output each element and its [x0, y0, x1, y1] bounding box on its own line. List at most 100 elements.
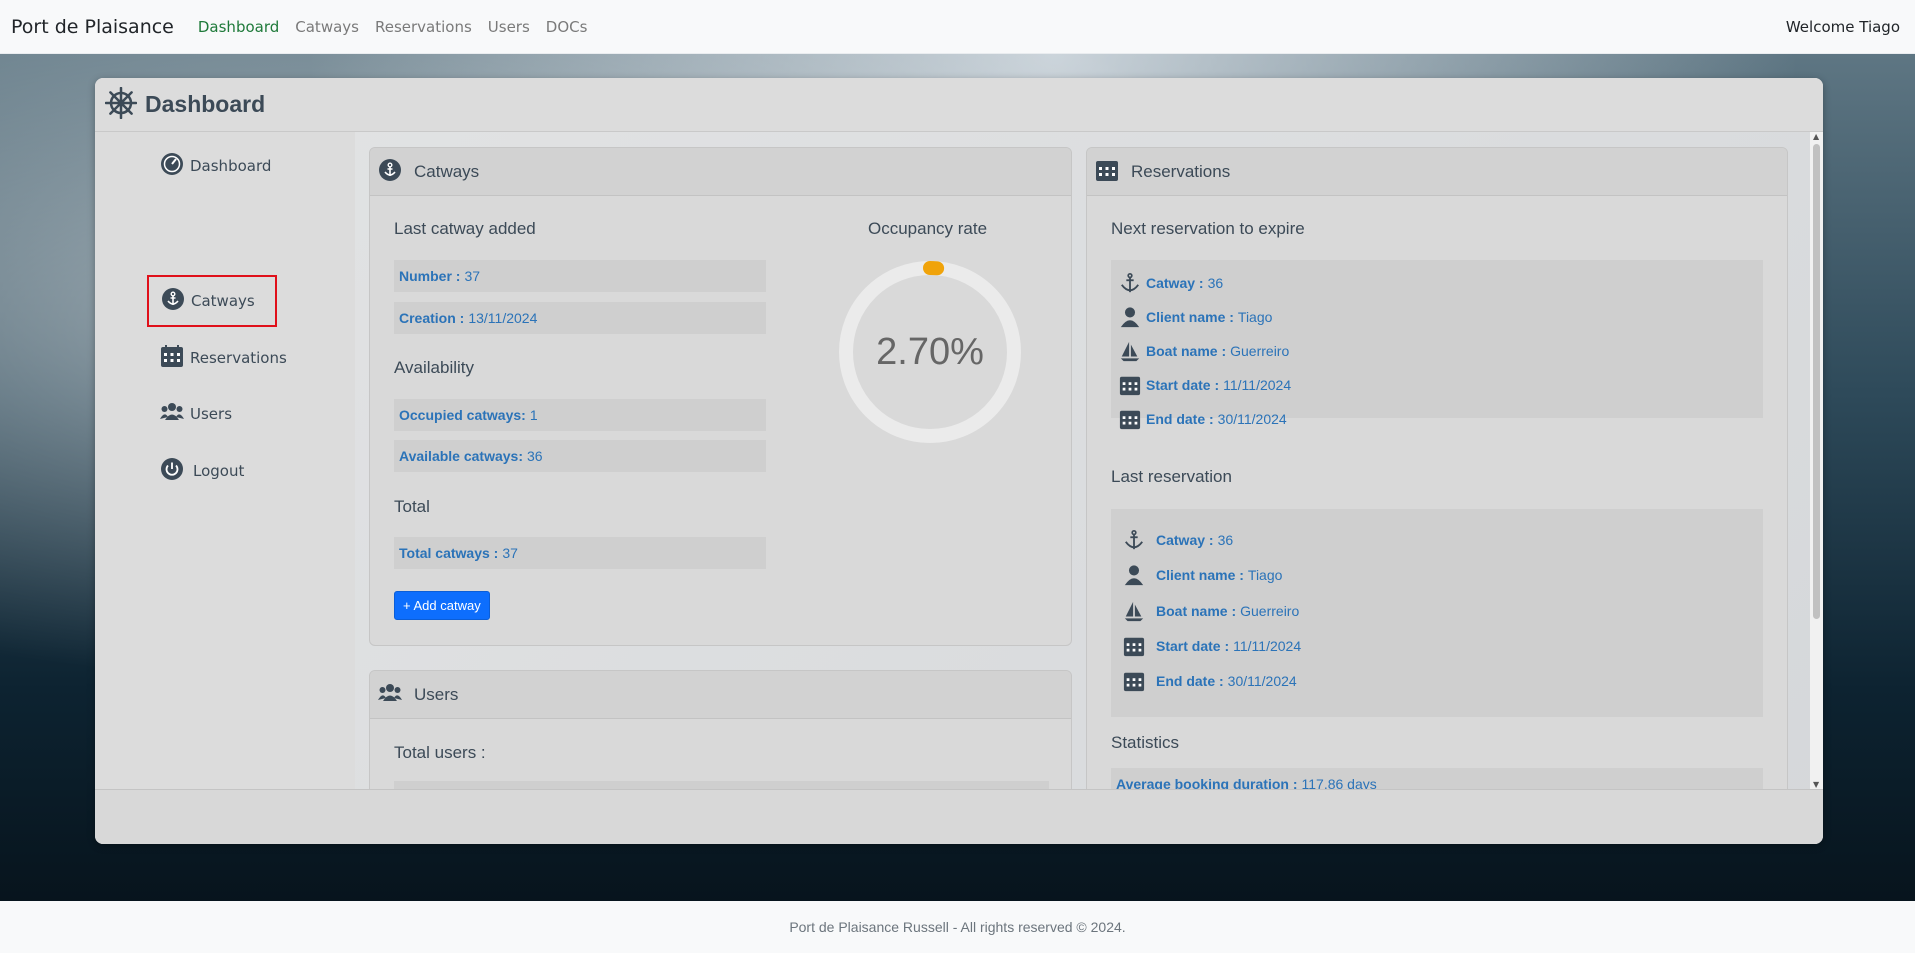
sidebar-item-label: Logout — [193, 462, 245, 480]
row-value: Guerreiro — [1240, 603, 1300, 619]
calendar-icon — [1121, 668, 1147, 694]
nav-link-catways[interactable]: Catways — [295, 18, 359, 36]
total-heading: Total — [394, 497, 430, 516]
row-value: 30/11/2024 — [1217, 411, 1287, 427]
sidebar-item-label: Users — [190, 405, 233, 423]
top-navbar: Port de Plaisance Dashboard Catways Rese… — [0, 0, 1915, 54]
card-title: Catways — [414, 161, 480, 181]
row-label: Client name : — [1146, 309, 1234, 325]
row-value: 11/11/2024 — [1223, 377, 1292, 393]
occupancy-heading: Occupancy rate — [868, 219, 988, 238]
add-catway-button[interactable]: + Add catway — [394, 591, 490, 620]
occupancy-gauge: 2.70% — [838, 260, 1022, 444]
row-label: Client name : — [1156, 567, 1244, 583]
scrollbar-thumb[interactable] — [1813, 144, 1820, 619]
power-icon — [160, 457, 184, 485]
sidebar-item-catways[interactable]: Catways — [147, 275, 277, 327]
field-value: 117.86 days — [1301, 776, 1377, 789]
scroll-up-arrow-icon[interactable]: ▲ — [1813, 132, 1819, 141]
field-label: Number : — [399, 268, 461, 284]
field-label: Creation : — [399, 310, 465, 326]
sidebar-item-users[interactable]: Users — [160, 400, 232, 428]
scroll-down-arrow-icon[interactable]: ▼ — [1813, 780, 1819, 789]
window-footer — [95, 789, 1823, 844]
last-reservation-heading: Last reservation — [1111, 467, 1232, 486]
occupied-catways-field: Occupied catways: 1 — [394, 399, 766, 431]
total-users-label: Total users : — [394, 743, 486, 762]
statistics-heading: Statistics — [1111, 733, 1180, 752]
next-reservation-block: Catway :36 Client name : Tiago Boat name … — [1111, 260, 1763, 418]
anchor-icon — [1121, 527, 1147, 553]
nav-link-dashboard[interactable]: Dashboard — [198, 18, 279, 36]
last-client-row: Client name : Tiago — [1121, 562, 1282, 588]
nav-link-docs[interactable]: DOCs — [546, 18, 588, 36]
field-value: 1 — [529, 407, 538, 423]
brand-name[interactable]: Port de Plaisance — [11, 16, 174, 38]
card-title: Users — [414, 684, 459, 704]
content-scrollbar[interactable]: ▲ ▼ — [1810, 132, 1823, 789]
row-label: End date : — [1146, 411, 1214, 427]
sidebar-item-label: Dashboard — [190, 157, 272, 175]
calendar-icon — [1095, 158, 1119, 186]
next-end-row-visible: End date :30/11/2024 — [1117, 406, 1287, 432]
sidebar-item-logout[interactable]: Logout — [160, 457, 244, 485]
row-label: Start date : — [1156, 638, 1230, 654]
user-icon — [1117, 304, 1143, 330]
occupancy-value: 2.70% — [876, 330, 984, 373]
calendar-icon — [1117, 406, 1143, 432]
card-title: Reservations — [1131, 161, 1231, 181]
catway-number-field: Number :37 — [394, 260, 766, 292]
sidebar-item-reservations[interactable]: Reservations — [160, 344, 287, 372]
sidebar-item-label: Catways — [191, 292, 255, 310]
field-value: 13/11/2024 — [468, 310, 538, 326]
next-start-row: Start date :11/11/2024 — [1117, 372, 1291, 398]
available-catways-field: Available catways: 36 — [394, 440, 766, 472]
sailboat-icon — [1121, 598, 1147, 624]
field-value: 37 — [502, 545, 518, 561]
total-users-field — [394, 781, 1049, 789]
sidebar-item-dashboard[interactable]: Dashboard — [160, 152, 271, 180]
field-value: 36 — [527, 448, 543, 464]
calendar-icon — [1121, 633, 1147, 659]
row-label: Catway : — [1156, 532, 1214, 548]
nav-link-reservations[interactable]: Reservations — [375, 18, 472, 36]
next-catway-row: Catway :36 — [1117, 270, 1223, 296]
dashboard-window: Dashboard Dashboard Catways Reservations — [95, 78, 1823, 844]
calendar-icon — [1117, 372, 1143, 398]
row-value: Tiago — [1237, 309, 1273, 325]
field-label: Average booking duration : — [1116, 776, 1298, 789]
user-icon — [1121, 562, 1147, 588]
calendar-icon — [160, 344, 184, 372]
catway-creation-field: Creation :13/11/2024 — [394, 302, 766, 334]
users-icon — [160, 400, 184, 428]
next-client-row: Client name : Tiago — [1117, 304, 1272, 330]
nav-link-users[interactable]: Users — [488, 18, 530, 36]
last-reservation-block: Catway :36 Client name : Tiago Boat name … — [1111, 509, 1763, 717]
row-value: 11/11/2024 — [1233, 638, 1302, 654]
anchor-icon — [1117, 270, 1143, 296]
row-label: Boat name : — [1146, 343, 1227, 359]
last-catway-row: Catway :36 — [1121, 527, 1233, 553]
sidebar: Dashboard Catways Reservations Users Log… — [95, 132, 355, 789]
reservations-card-header: Reservations — [1087, 148, 1787, 196]
average-booking-duration-field: Average booking duration :117.86 days — [1111, 768, 1763, 789]
site-footer: Port de Plaisance Russell - All rights r… — [0, 901, 1915, 953]
row-label: Boat name : — [1156, 603, 1237, 619]
window-header: Dashboard — [95, 78, 1823, 132]
total-catways-field: Total catways :37 — [394, 537, 766, 569]
users-icon — [378, 681, 402, 709]
window-title: Dashboard — [145, 91, 266, 117]
last-end-row: End date :30/11/2024 — [1121, 668, 1297, 694]
catways-card-header: Catways — [370, 148, 1071, 196]
row-label: Catway : — [1146, 275, 1204, 291]
reservations-card: Reservations Next reservation to expire … — [1086, 147, 1788, 789]
dashboard-gauge-icon — [160, 152, 184, 180]
ship-wheel-icon — [104, 86, 138, 123]
dashboard-content[interactable]: Catways Last catway added Number :37 Cre… — [355, 132, 1823, 789]
field-label: Occupied catways: — [399, 407, 526, 423]
sidebar-item-label: Reservations — [190, 349, 287, 367]
sailboat-icon — [1117, 338, 1143, 364]
last-start-row: Start date :11/11/2024 — [1121, 633, 1301, 659]
last-boat-row: Boat name : Guerreiro — [1121, 598, 1299, 624]
catways-card: Catways Last catway added Number :37 Cre… — [369, 147, 1072, 646]
